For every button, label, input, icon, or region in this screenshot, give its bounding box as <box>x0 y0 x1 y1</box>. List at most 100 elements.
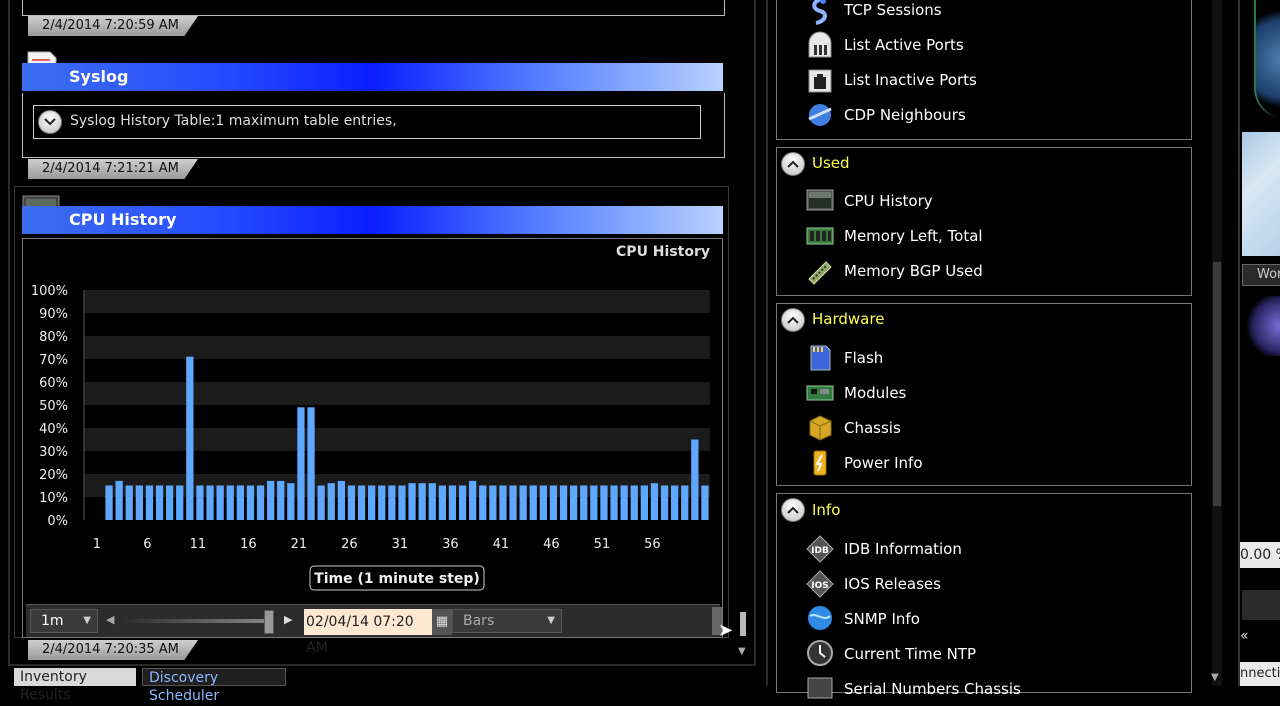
cpu-bar <box>166 485 174 520</box>
y-tick-label: 40% <box>39 422 68 437</box>
cpu-bar <box>378 485 386 520</box>
right-scrollbar-thumb[interactable] <box>1213 262 1221 506</box>
cpu-bar <box>620 485 628 520</box>
svg-text:IDB: IDB <box>811 546 829 556</box>
time-slider-track[interactable] <box>122 619 272 623</box>
menu-item-snmp-info[interactable]: SNMP Info <box>844 610 920 628</box>
world-tab[interactable]: Wor <box>1242 264 1280 286</box>
syslog-section-header[interactable]: Syslog <box>22 63 723 91</box>
map-thumbnail[interactable] <box>1242 132 1280 256</box>
x-tick-label: 31 <box>392 537 409 552</box>
cpu-bar <box>469 480 477 520</box>
group-hardware-collapse-button[interactable] <box>781 308 805 332</box>
cpu-bar <box>186 356 194 520</box>
slider-right-arrow-icon[interactable]: ▶ <box>284 613 292 626</box>
connection-field: nnecti <box>1240 662 1280 686</box>
cpu-bar <box>125 485 133 520</box>
clock-icon <box>806 639 834 667</box>
cpu-bar <box>317 485 325 520</box>
percent-value: 0.00 % <box>1240 547 1280 563</box>
cpu-bar <box>297 407 305 520</box>
tab-inventory-results[interactable]: Inventory Results <box>14 668 136 703</box>
x-tick-label: 11 <box>190 537 207 552</box>
left-scrollbar-thumb[interactable] <box>740 612 746 636</box>
cpu-bar <box>327 483 335 520</box>
menu-item-ios-releases[interactable]: IOS Releases <box>844 575 941 593</box>
menu-item-chassis[interactable]: Chassis <box>844 419 901 437</box>
scroll-down-arrow-icon[interactable]: ▼ <box>1211 672 1219 683</box>
cpu-bar <box>267 480 275 520</box>
datetime-field[interactable]: 02/04/14 07:20 AM <box>304 609 432 656</box>
cpu-bar <box>660 485 669 520</box>
tab-label: Inventory Results <box>20 669 87 703</box>
chart-type-dropdown[interactable]: Bars ▼ <box>452 609 562 633</box>
grid-band <box>84 428 710 451</box>
slider-left-arrow-icon[interactable]: ◀ <box>106 613 114 626</box>
y-tick-label: 90% <box>39 307 68 322</box>
group-info-collapse-button[interactable] <box>781 498 805 522</box>
cpu-bar <box>559 485 568 520</box>
group-used-title: Used <box>812 154 850 172</box>
y-tick-label: 60% <box>39 376 68 391</box>
x-axis-title-box: Time (1 minute step) <box>309 565 485 591</box>
memory-icon <box>806 222 834 250</box>
menu-item-flash[interactable]: Flash <box>844 349 883 367</box>
memory-stick-icon <box>806 257 834 285</box>
time-slider-handle[interactable] <box>264 610 274 634</box>
group-used-collapse-button[interactable] <box>781 152 805 176</box>
cpu-history-section-header[interactable]: CPU History <box>22 206 723 234</box>
menu-item-cdp-neighbours[interactable]: CDP Neighbours <box>844 106 966 124</box>
cpu-bar <box>600 485 608 520</box>
cpu-bar <box>307 407 315 520</box>
scroll-down-arrow-icon[interactable]: ▼ <box>738 646 746 657</box>
cpu-bar <box>448 485 457 520</box>
menu-item-current-time-ntp[interactable]: Current Time NTP <box>844 645 976 663</box>
syslog-entry-row[interactable]: Syslog History Table:1 maximum table ent… <box>33 105 701 139</box>
interval-value: 1m <box>41 613 64 629</box>
cpu-bar <box>489 485 497 520</box>
module-board-icon <box>806 379 834 407</box>
syslog-expand-button[interactable] <box>38 110 62 134</box>
cpu-bar <box>479 485 487 520</box>
mouse-cursor-icon: ➤ <box>718 620 734 641</box>
cpu-bar <box>135 485 143 520</box>
y-tick-label: 70% <box>39 353 68 368</box>
cpu-bar <box>428 483 436 520</box>
cpu-bar <box>226 485 234 520</box>
y-tick-label: 80% <box>39 330 68 345</box>
tab-discovery-scheduler[interactable]: Discovery Scheduler <box>142 668 286 704</box>
menu-item-cpu-history[interactable]: CPU History <box>844 192 933 210</box>
interval-dropdown[interactable]: 1m ▼ <box>30 609 98 633</box>
flash-card-icon <box>806 344 834 372</box>
cpu-bar <box>580 485 588 520</box>
menu-item-serial-numbers-chassis[interactable]: Serial Numbers Chassis <box>844 680 1021 698</box>
x-axis-title: Time (1 minute step) <box>314 571 480 587</box>
cpu-bar <box>206 485 214 520</box>
cpu-bar <box>590 485 598 520</box>
menu-item-memory-bgp-used[interactable]: Memory BGP Used <box>844 262 983 280</box>
menu-item-power-info[interactable]: Power Info <box>844 454 923 472</box>
percent-field: 0.00 % <box>1240 542 1280 568</box>
calendar-grid-icon[interactable]: ▦ <box>432 609 452 635</box>
menu-item-idb-information[interactable]: IDB Information <box>844 540 962 558</box>
x-tick-label: 56 <box>644 537 661 552</box>
collapse-double-left-icon[interactable]: « <box>1240 628 1249 644</box>
chart-title: CPU History <box>616 244 710 260</box>
menu-item-modules[interactable]: Modules <box>844 384 906 402</box>
y-tick-label: 100% <box>31 284 68 299</box>
menu-item-list-active-ports[interactable]: List Active Ports <box>844 36 964 54</box>
menu-item-tcp-sessions[interactable]: TCP Sessions <box>844 1 942 19</box>
cpu-bar <box>519 485 527 520</box>
chart-type-value: Bars <box>463 613 495 629</box>
y-tick-label: 30% <box>39 445 68 460</box>
x-tick-label: 21 <box>291 537 308 552</box>
globe-thumbnail[interactable] <box>1254 0 1280 118</box>
cpu-bar <box>256 485 265 520</box>
menu-item-memory-left-total[interactable]: Memory Left, Total <box>844 227 983 245</box>
grid-band <box>84 336 710 359</box>
chevron-down-icon: ▼ <box>83 615 91 626</box>
cpu-history-chart: 0%10%20%30%40%50%60%70%80%90%100%1 6 11 16 2… <box>31 244 710 591</box>
cpu-bar <box>691 439 699 520</box>
menu-item-list-inactive-ports[interactable]: List Inactive Ports <box>844 71 977 89</box>
x-tick-label: 46 <box>543 537 560 552</box>
